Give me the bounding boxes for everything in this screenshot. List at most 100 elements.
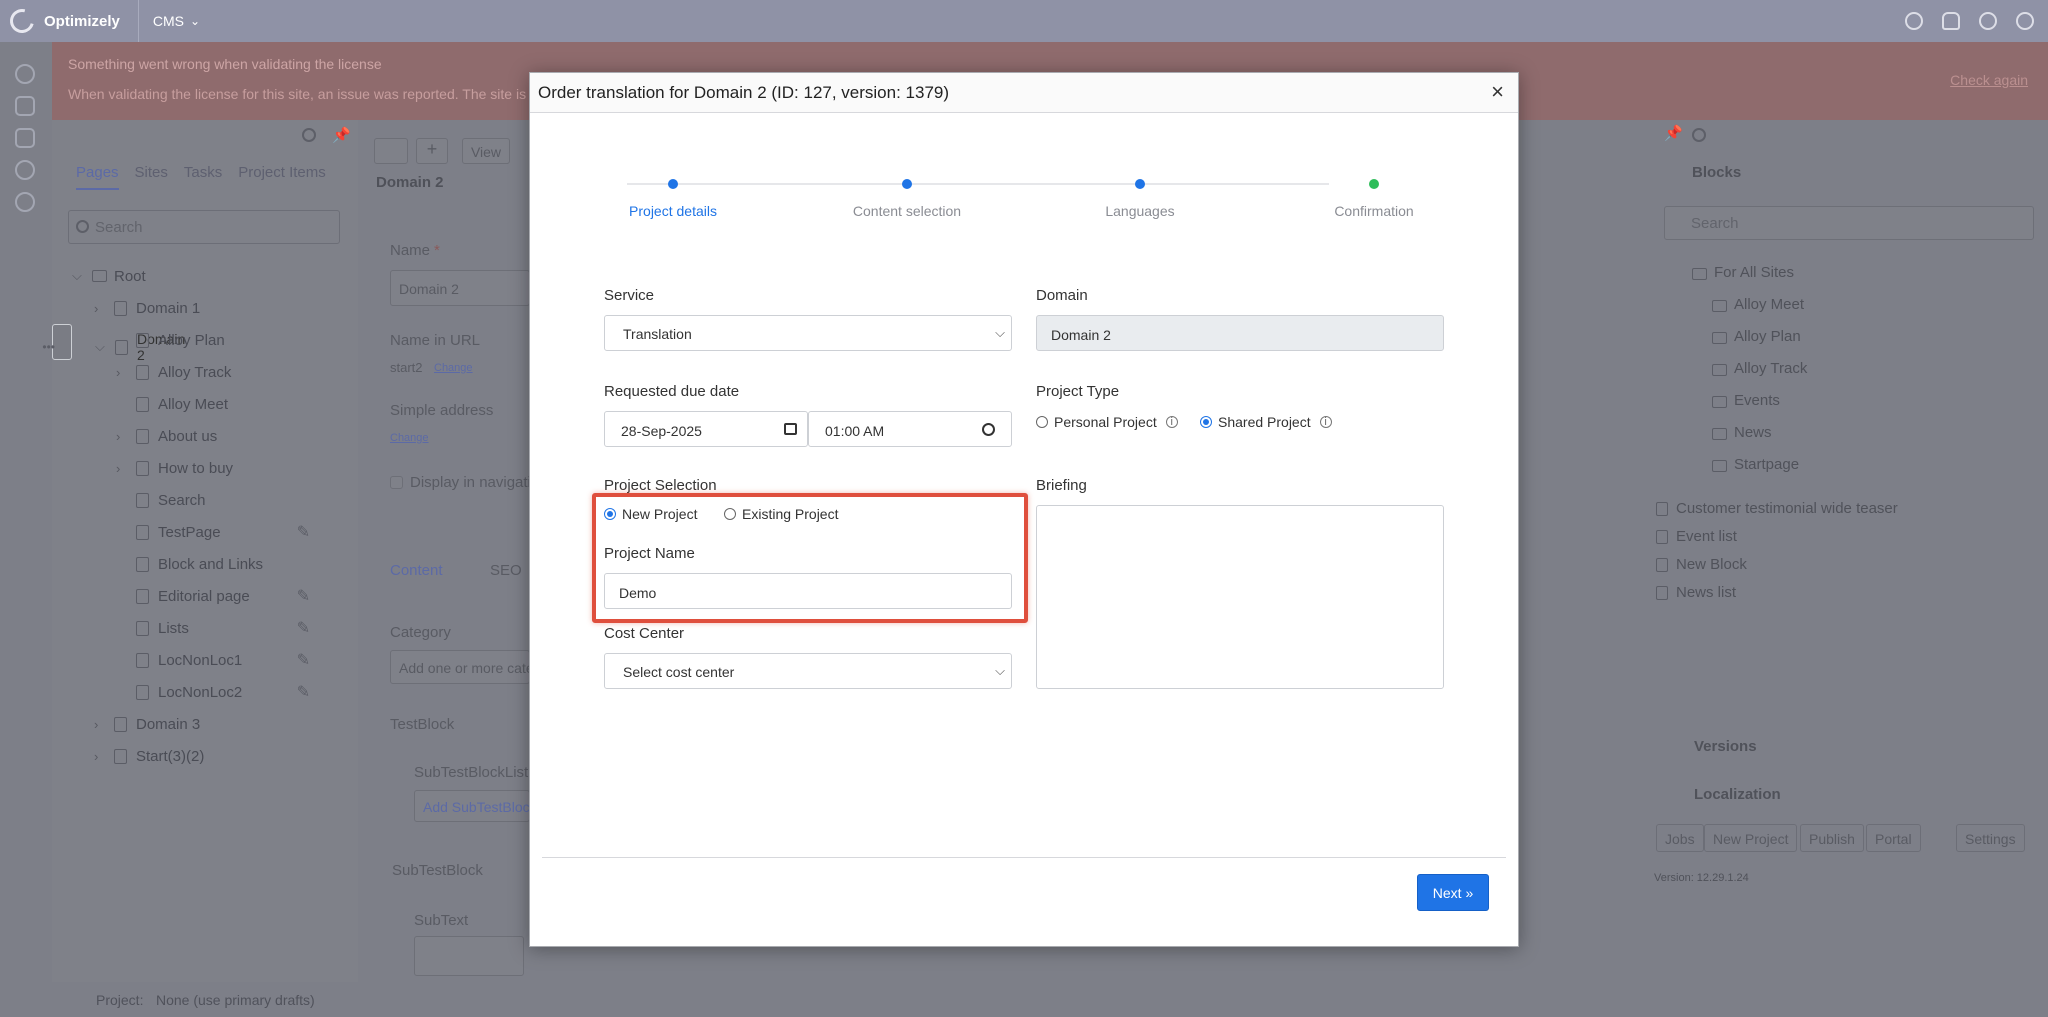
asset-folder[interactable]: Alloy Meet: [1734, 296, 1804, 313]
blocks-title[interactable]: Blocks: [1692, 164, 1741, 181]
step-content-selection[interactable]: Content selection: [827, 203, 987, 219]
tab-pages[interactable]: Pages: [76, 164, 119, 190]
tree-node[interactable]: Block and Links: [52, 548, 358, 580]
tree-node[interactable]: › Domain 3: [52, 708, 358, 740]
asset-folder[interactable]: News: [1734, 424, 1772, 441]
tree-node[interactable]: ⌵ Root: [52, 260, 358, 292]
portal-button[interactable]: Portal: [1866, 824, 1921, 852]
check-again-link[interactable]: Check again: [1950, 72, 2028, 88]
tree-node[interactable]: Editorial page ✎: [52, 580, 358, 612]
info-icon[interactable]: i: [1165, 416, 1178, 428]
close-icon[interactable]: ×: [1491, 79, 1504, 105]
service-select[interactable]: Translation ⌵: [604, 315, 1012, 351]
pin-icon[interactable]: 📌: [1664, 124, 1683, 142]
pin-icon[interactable]: 📌: [332, 126, 351, 144]
tree-node[interactable]: › Domain 1: [52, 292, 358, 324]
pencil-icon: ✎: [296, 588, 310, 605]
settings-icon[interactable]: [15, 192, 35, 212]
tree-node[interactable]: LocNonLoc2 ✎: [52, 676, 358, 708]
project-selector[interactable]: None (use primary drafts): [156, 992, 315, 1008]
localization-header[interactable]: Localization: [1694, 786, 1781, 803]
add-subtestblock-button[interactable]: Add SubTestBlock: [414, 790, 530, 822]
required-mark: *: [434, 242, 440, 259]
chevron-right-icon[interactable]: ›: [116, 365, 120, 380]
reports-icon[interactable]: [15, 128, 35, 148]
jobs-button[interactable]: Jobs: [1656, 824, 1704, 852]
block-item[interactable]: Customer testimonial wide teaser: [1676, 500, 1898, 517]
change-address-link[interactable]: Change: [390, 432, 429, 444]
page-tree: ⌵ Root › Domain 1 ⌵ Domain 2 ••• Alloy Plan › All…: [42, 260, 358, 772]
settings-button[interactable]: Settings: [1956, 824, 2025, 852]
user-icon[interactable]: [2016, 12, 2034, 30]
tab-sites[interactable]: Sites: [135, 164, 168, 190]
personal-project-radio[interactable]: Personal Project i: [1036, 414, 1178, 430]
chevron-right-icon[interactable]: ›: [116, 461, 120, 476]
tree-node[interactable]: › How to buy: [52, 452, 358, 484]
asset-folder[interactable]: Alloy Track: [1734, 360, 1807, 377]
chevron-right-icon[interactable]: ›: [116, 429, 120, 444]
users-icon[interactable]: [15, 160, 35, 180]
tree-node[interactable]: › Alloy Track: [52, 356, 358, 388]
chevron-right-icon[interactable]: ›: [94, 717, 98, 732]
help-icon[interactable]: [1979, 12, 1997, 30]
project-selection-label: Project Selection: [604, 477, 717, 494]
tree-node[interactable]: TestPage ✎: [52, 516, 358, 548]
asset-folder[interactable]: Startpage: [1734, 456, 1799, 473]
due-date-input[interactable]: 28-Sep-2025: [604, 411, 808, 447]
step-confirmation[interactable]: Confirmation: [1294, 203, 1454, 219]
edit-icon[interactable]: [15, 96, 35, 116]
block-item[interactable]: Event list: [1676, 528, 1737, 545]
change-url-link[interactable]: Change: [434, 362, 473, 374]
subtext-field[interactable]: [414, 936, 524, 976]
tree-node[interactable]: › Start(3)(2): [52, 740, 358, 772]
clock-icon[interactable]: [982, 423, 995, 436]
publish-button[interactable]: Publish: [1800, 824, 1864, 852]
asset-folder[interactable]: For All Sites: [1714, 264, 1794, 281]
calendar-icon[interactable]: [784, 423, 797, 435]
tab-tasks[interactable]: Tasks: [184, 164, 222, 190]
gear-icon[interactable]: [302, 128, 316, 142]
chevron-down-icon[interactable]: ⌵: [72, 268, 82, 284]
info-icon[interactable]: i: [1319, 416, 1332, 428]
page-tree-search-input[interactable]: Search: [68, 210, 340, 244]
tree-node[interactable]: Alloy Meet: [52, 388, 358, 420]
next-button[interactable]: Next »: [1417, 874, 1489, 911]
tree-node[interactable]: Lists ✎: [52, 612, 358, 644]
dialog-footer-divider: [542, 857, 1506, 858]
add-button[interactable]: +: [416, 138, 448, 164]
asset-folder[interactable]: Events: [1734, 392, 1780, 409]
chevron-right-icon[interactable]: ›: [94, 749, 98, 764]
folder-icon: [1712, 428, 1727, 440]
view-button[interactable]: View: [462, 138, 510, 164]
gear-icon[interactable]: [1692, 128, 1706, 142]
cost-center-select[interactable]: Select cost center ⌵: [604, 653, 1012, 689]
name-field[interactable]: Domain 2: [390, 270, 530, 306]
tab-seo[interactable]: SEO: [490, 562, 522, 579]
optimizely-logo[interactable]: Optimizely: [0, 4, 120, 38]
tree-node[interactable]: LocNonLoc1 ✎: [52, 644, 358, 676]
tree-node[interactable]: › About us: [52, 420, 358, 452]
new-project-button[interactable]: New Project: [1704, 824, 1798, 852]
tab-content[interactable]: Content: [390, 562, 443, 579]
block-item[interactable]: New Block: [1676, 556, 1747, 573]
dashboard-icon[interactable]: [15, 64, 35, 84]
search-icon[interactable]: [1905, 12, 1923, 30]
step-project-details[interactable]: Project details: [593, 203, 753, 219]
blocks-search-input[interactable]: Search: [1664, 206, 2034, 240]
toggle-tree-button[interactable]: [374, 138, 408, 164]
step-languages[interactable]: Languages: [1060, 203, 1220, 219]
block-item[interactable]: News list: [1676, 584, 1736, 601]
asset-folder[interactable]: Alloy Plan: [1734, 328, 1801, 345]
tab-project-items[interactable]: Project Items: [238, 164, 326, 190]
category-input[interactable]: Add one or more categories: [390, 650, 530, 684]
tree-node[interactable]: Search: [52, 484, 358, 516]
display-in-nav-checkbox[interactable]: [390, 476, 403, 489]
versions-header[interactable]: Versions: [1694, 738, 1757, 755]
bell-icon[interactable]: [1942, 12, 1960, 30]
product-switcher[interactable]: CMS ⌄: [137, 0, 200, 42]
briefing-textarea[interactable]: [1036, 505, 1444, 689]
chevron-right-icon[interactable]: ›: [94, 301, 98, 316]
due-time-input[interactable]: 01:00 AM: [808, 411, 1012, 447]
shared-project-radio[interactable]: Shared Project i: [1200, 414, 1332, 430]
tree-node[interactable]: Alloy Plan: [52, 324, 358, 356]
